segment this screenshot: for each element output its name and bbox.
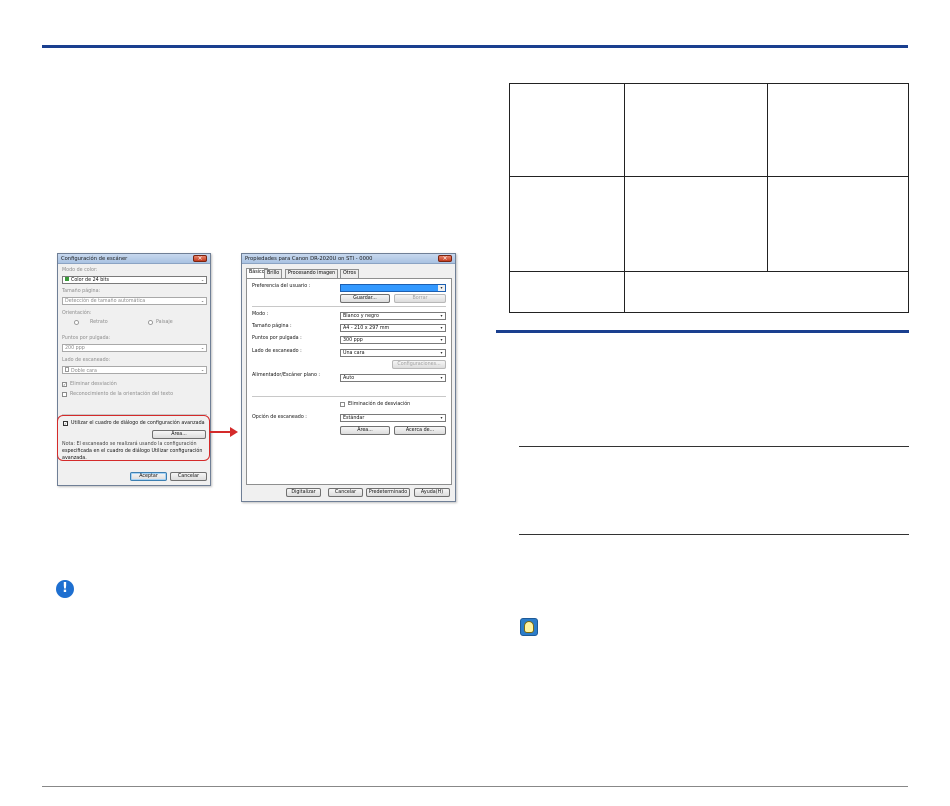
- feeder-label: Alimentador/Escáner plano :: [252, 373, 321, 378]
- page-size-label: Tamaño página:: [62, 289, 101, 294]
- help-button[interactable]: Ayuda(H): [414, 488, 450, 497]
- tab-image-processing[interactable]: Procesando imagen: [285, 269, 339, 278]
- config-button[interactable]: Configuraciones...: [392, 360, 446, 369]
- scan-button[interactable]: Digitalizar: [286, 488, 321, 497]
- dialog-titlebar: Configuración de escáner ×: [58, 254, 210, 264]
- chevron-down-icon: ⌄: [200, 345, 205, 350]
- table-row-divider: [510, 176, 908, 177]
- tab-other[interactable]: Otros: [340, 269, 359, 278]
- portrait-label: Retrato: [90, 320, 108, 325]
- info-table: [509, 83, 909, 313]
- chevron-down-icon: ⌄: [200, 298, 205, 303]
- mode-select[interactable]: Blanco y negro ▾: [340, 312, 446, 320]
- page-size-label: Tamaño página :: [252, 324, 292, 329]
- scan-side-select[interactable]: Doble cara ⌄: [62, 366, 207, 374]
- divider: [252, 306, 446, 307]
- deskew-checkbox[interactable]: [340, 402, 345, 407]
- dpi-label: Puntos por pulgada :: [252, 336, 302, 341]
- color-mode-select[interactable]: Color de 24 bits ⌄: [62, 276, 207, 284]
- user-pref-select[interactable]: ▾: [340, 284, 446, 292]
- chevron-down-icon: ▾: [440, 350, 443, 355]
- landscape-radio[interactable]: [148, 320, 153, 325]
- table-row-divider: [510, 271, 908, 272]
- color-swatch-icon: [65, 277, 69, 281]
- delete-button[interactable]: Borrar: [394, 294, 446, 303]
- landscape-label: Paisaje: [156, 320, 173, 325]
- page-icon: [65, 367, 69, 372]
- mode-label: Modo :: [252, 312, 269, 317]
- about-button[interactable]: Acerca de...: [394, 426, 446, 435]
- ok-button[interactable]: Aceptar: [130, 472, 167, 481]
- section-rule: [496, 330, 909, 333]
- orientation-recog-checkbox[interactable]: [62, 392, 67, 397]
- deskew-label: Eliminar desviación: [70, 382, 117, 387]
- chevron-down-icon: ▾: [440, 313, 443, 318]
- note-top-rule: [519, 446, 909, 447]
- scan-option-select[interactable]: Estándar ▾: [340, 414, 446, 422]
- chevron-down-icon: ▾: [440, 415, 443, 420]
- divider: [252, 396, 446, 397]
- chevron-down-icon: ⌄: [200, 277, 205, 282]
- close-icon[interactable]: ×: [438, 255, 452, 262]
- orientation-recog-label: Reconocimiento de la orientación del tex…: [70, 392, 174, 397]
- area-button[interactable]: Área...: [340, 426, 390, 435]
- user-pref-label: Preferencia del usuario :: [252, 284, 311, 289]
- scan-option-label: Opción de escaneado :: [252, 415, 307, 420]
- header-rule: [42, 45, 908, 48]
- chevron-down-icon: ▾: [438, 285, 445, 291]
- dialog-title: Propiedades para Canon DR-2020U on STI -…: [245, 256, 373, 262]
- tab-brightness[interactable]: Brillo: [264, 269, 283, 278]
- properties-dialog: Propiedades para Canon DR-2020U on STI -…: [241, 253, 456, 502]
- feeder-select[interactable]: Auto ▾: [340, 374, 446, 382]
- orientation-label: Orientación:: [62, 311, 92, 316]
- deskew-label: Eliminación de desviación: [348, 402, 411, 407]
- dialog-title: Configuración de escáner: [61, 256, 128, 262]
- advanced-highlight: [57, 415, 210, 461]
- note-bottom-rule: [519, 534, 909, 535]
- chevron-down-icon: ▾: [440, 325, 443, 330]
- dpi-label: Puntos por pulgada:: [62, 336, 111, 341]
- scan-side-label: Lado de escaneado:: [62, 358, 111, 363]
- deskew-checkbox[interactable]: ✓: [62, 382, 67, 387]
- dpi-select[interactable]: 300 ppp ▾: [340, 336, 446, 344]
- chevron-down-icon: ⌄: [200, 367, 205, 372]
- cancel-button[interactable]: Cancelar: [170, 472, 207, 481]
- cancel-button[interactable]: Cancelar: [328, 488, 363, 497]
- scan-side-label: Lado de escaneado :: [252, 349, 302, 354]
- footer-rule: [42, 786, 908, 787]
- table-col-divider: [767, 84, 768, 271]
- color-mode-label: Modo de color:: [62, 268, 98, 273]
- page-size-select[interactable]: A4 - 210 x 297 mm ▾: [340, 324, 446, 332]
- arrow-right-icon: [230, 427, 238, 437]
- exclamation-icon: !: [56, 580, 74, 598]
- chevron-down-icon: ▾: [440, 375, 443, 380]
- dpi-select[interactable]: 200 ppp ⌄: [62, 344, 207, 352]
- page-size-select[interactable]: Detección de tamaño automática ⌄: [62, 297, 207, 305]
- lightbulb-icon: [520, 618, 538, 636]
- chevron-down-icon: ▾: [440, 337, 443, 342]
- close-icon[interactable]: ×: [193, 255, 207, 262]
- save-button[interactable]: Guardar...: [340, 294, 390, 303]
- dialog-titlebar: Propiedades para Canon DR-2020U on STI -…: [242, 254, 455, 264]
- arrow-line: [210, 431, 232, 433]
- table-col-divider: [624, 84, 625, 312]
- scan-side-select[interactable]: Una cara ▾: [340, 349, 446, 357]
- default-button[interactable]: Predeterminado: [366, 488, 410, 497]
- portrait-radio[interactable]: [74, 320, 79, 325]
